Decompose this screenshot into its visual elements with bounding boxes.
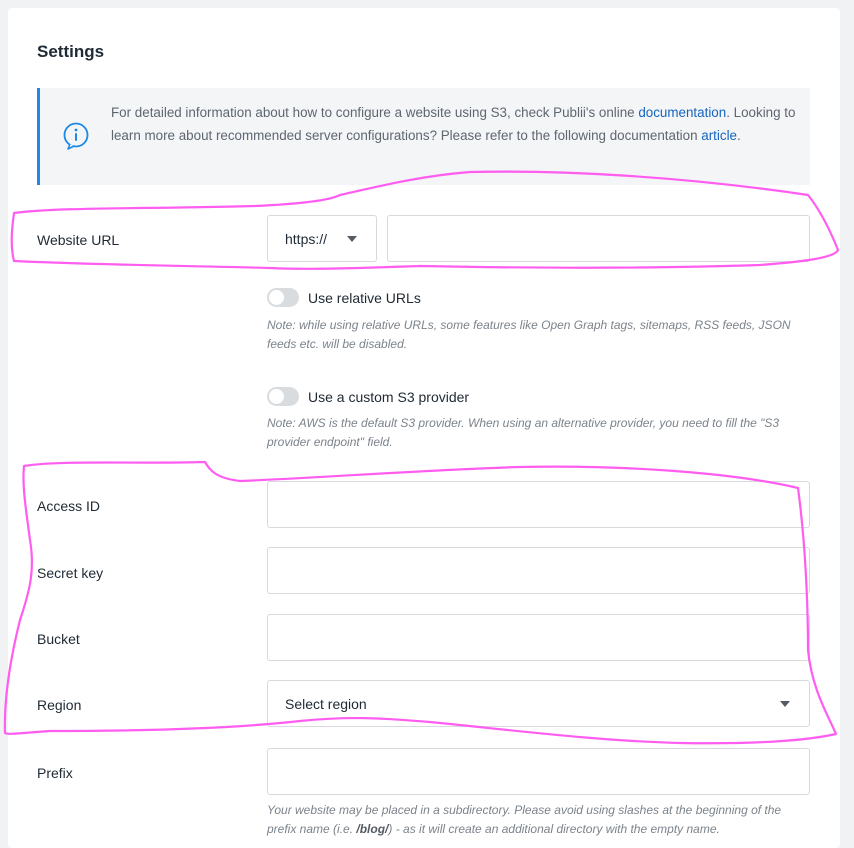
- access-id-label: Access ID: [37, 498, 101, 514]
- region-value: Select region: [285, 696, 367, 712]
- custom-provider-note: Note: AWS is the default S3 provider. Wh…: [267, 416, 780, 449]
- secret-key-input[interactable]: [267, 547, 810, 594]
- prefix-note: Your website may be placed in a subdirec…: [267, 801, 812, 838]
- info-box: For detailed information about how to co…: [37, 88, 810, 185]
- prefix-note-part2: ) - as it will create an additional dire…: [388, 821, 720, 836]
- info-line1-suffix: .: [726, 105, 730, 120]
- prefix-label: Prefix: [37, 765, 73, 781]
- protocol-select[interactable]: https://: [267, 215, 377, 262]
- prefix-note-example: /blog/: [356, 821, 389, 836]
- custom-provider-label: Use a custom S3 provider: [308, 389, 470, 405]
- bucket-label: Bucket: [37, 631, 80, 647]
- documentation-link[interactable]: documentation: [638, 105, 726, 120]
- info-icon: [63, 122, 89, 150]
- website-url-label: Website URL: [37, 232, 120, 248]
- settings-title: Settings: [37, 42, 105, 61]
- chevron-down-icon: [347, 236, 357, 242]
- protocol-value: https://: [285, 231, 328, 247]
- region-select[interactable]: Select region: [267, 680, 810, 727]
- region-label: Region: [37, 697, 82, 713]
- relative-urls-label: Use relative URLs: [308, 290, 421, 306]
- access-id-input[interactable]: [267, 481, 810, 528]
- relative-urls-toggle[interactable]: [267, 288, 299, 307]
- info-line2-suffix: .: [737, 127, 741, 143]
- relative-urls-note: Note: while using relative URLs, some fe…: [267, 318, 791, 351]
- website-url-input[interactable]: [387, 215, 810, 262]
- chevron-down-icon: [780, 701, 790, 707]
- custom-provider-toggle[interactable]: [267, 387, 299, 406]
- toggle-knob: [269, 389, 284, 404]
- prefix-input[interactable]: [267, 748, 810, 795]
- secret-key-label: Secret key: [37, 565, 104, 581]
- bucket-input[interactable]: [267, 614, 810, 661]
- info-line1-prefix: For detailed information about how to co…: [111, 105, 639, 120]
- article-link[interactable]: article: [701, 128, 737, 143]
- toggle-knob: [269, 290, 284, 305]
- info-text: For detailed information about how to co…: [111, 102, 801, 147]
